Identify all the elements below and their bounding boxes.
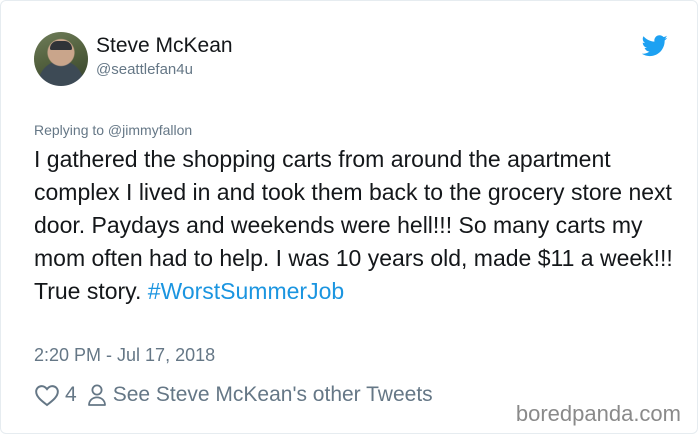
heart-icon[interactable] <box>34 383 60 407</box>
user-handle[interactable]: @seattlefan4u <box>96 61 193 78</box>
tweet-body: I gathered the shopping carts from aroun… <box>34 146 673 304</box>
like-count: 4 <box>65 383 77 406</box>
tweet-actions: 4 See Steve McKean's other Tweets <box>34 381 433 409</box>
avatar[interactable] <box>34 32 88 86</box>
boredpanda-watermark: boredpanda.com <box>515 401 681 426</box>
tweet-timestamp[interactable]: 2:20 PM - Jul 17, 2018 <box>34 345 215 366</box>
tweet-text: I gathered the shopping carts from aroun… <box>34 143 674 308</box>
display-name[interactable]: Steve McKean <box>96 34 233 58</box>
person-icon <box>87 384 106 406</box>
other-tweets-link[interactable]: See Steve McKean's other Tweets <box>113 383 433 407</box>
hashtag-link[interactable]: #WorstSummerJob <box>148 278 344 304</box>
avatar-cap <box>50 41 72 50</box>
twitter-bird-icon[interactable] <box>642 35 668 57</box>
replying-to-line[interactable]: Replying to @jimmyfallon <box>34 122 192 138</box>
tweet-card: Steve McKean @seattlefan4u Replying to @… <box>0 0 698 434</box>
